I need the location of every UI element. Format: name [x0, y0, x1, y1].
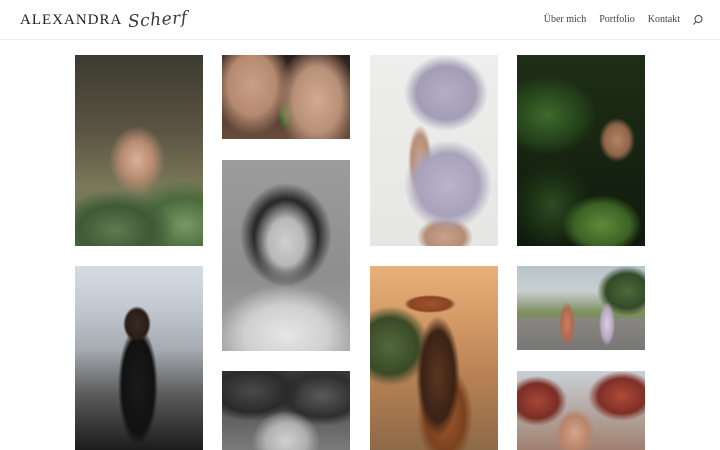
gallery-photo[interactable]: [222, 371, 350, 450]
gallery-photo[interactable]: [370, 266, 498, 450]
gallery-photo[interactable]: [517, 266, 645, 350]
gallery-photo[interactable]: [222, 55, 350, 139]
gallery-photo[interactable]: [517, 371, 645, 450]
photo-gallery: [0, 0, 720, 450]
gallery-photo[interactable]: [370, 55, 498, 246]
gallery-photo[interactable]: [75, 55, 203, 246]
gallery-photo[interactable]: [222, 160, 350, 351]
gallery-photo[interactable]: [517, 55, 645, 246]
gallery-photo[interactable]: [75, 266, 203, 450]
